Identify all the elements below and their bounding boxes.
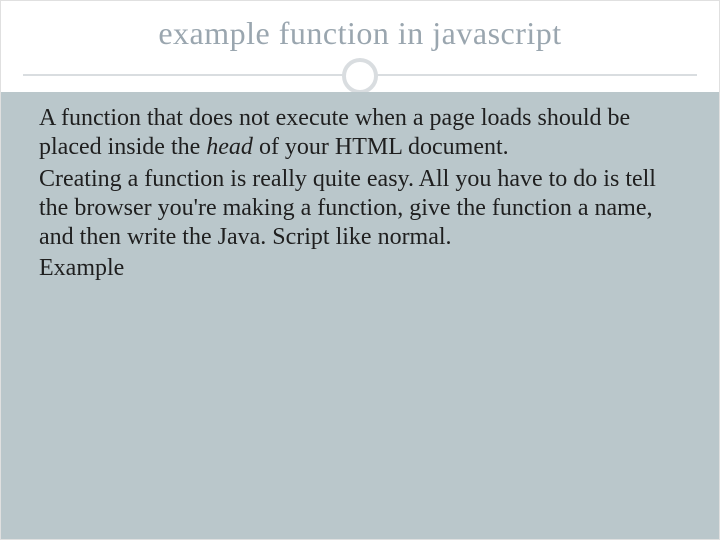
slide-body: A function that does not execute when a …	[1, 92, 719, 539]
paragraph-2: Creating a function is really quite easy…	[39, 165, 681, 253]
slide-title: example function in javascript	[11, 15, 709, 52]
slide: example function in javascript A functio…	[0, 0, 720, 540]
paragraph-1: A function that does not execute when a …	[39, 104, 681, 163]
paragraph-1-part-b: of your HTML document.	[253, 134, 509, 160]
paragraph-1-emphasis: head	[206, 134, 253, 160]
paragraph-3: Example	[39, 254, 681, 283]
divider-circle-icon	[342, 58, 378, 94]
